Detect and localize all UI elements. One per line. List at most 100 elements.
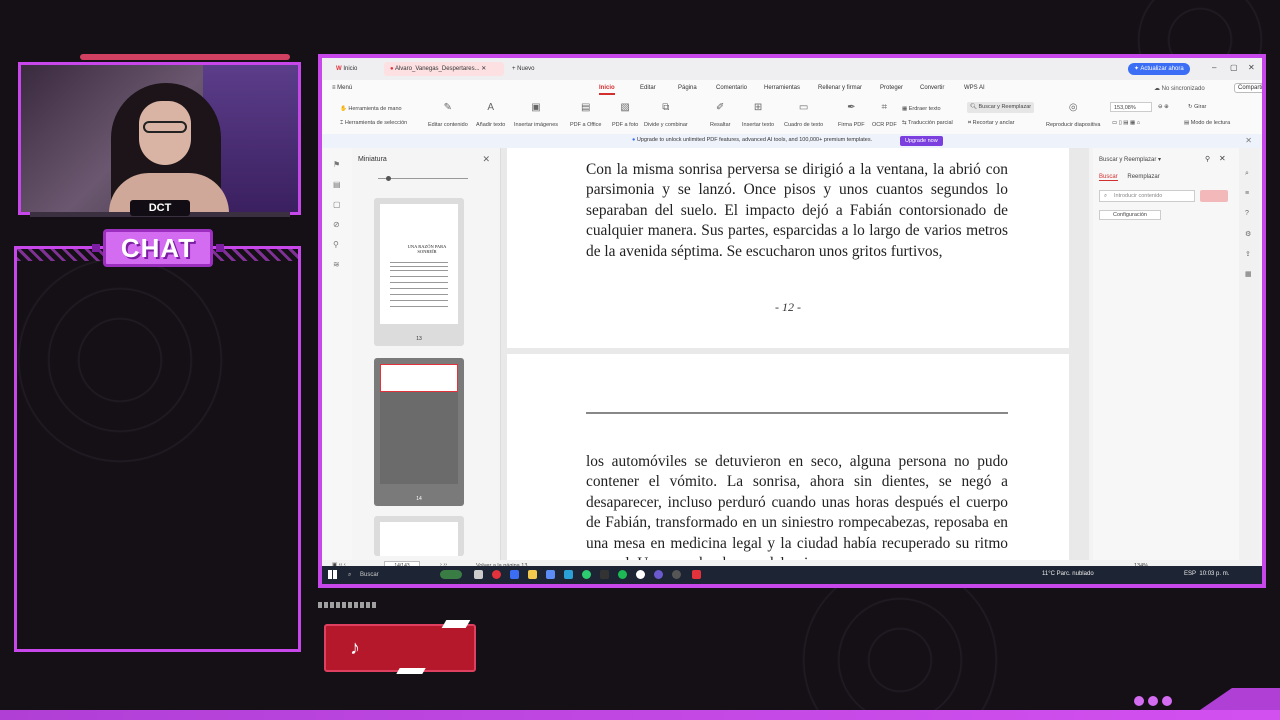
system-tray[interactable]: ESP 10:03 p. m. (1184, 571, 1229, 577)
thumb-line (390, 270, 448, 271)
play-icon: ◎ (1068, 102, 1078, 113)
menu-pagina[interactable]: Página (678, 85, 697, 91)
close-thumbnails-icon[interactable]: ✕ (482, 154, 490, 165)
close-banner-icon[interactable]: ✕ (1245, 136, 1252, 145)
edge-icon[interactable] (582, 570, 591, 579)
export-icon[interactable]: ⇪ (1245, 250, 1251, 258)
weather-widget[interactable]: 11°C Parc. nublado (1042, 571, 1094, 577)
highlight-tool[interactable]: ✐ Resaltar (710, 102, 730, 128)
spotify-icon[interactable] (618, 570, 627, 579)
ocr-tool[interactable]: ⌗ OCR PDF (872, 102, 897, 128)
thumbnail-viewport (380, 364, 458, 392)
sign-icon: ✒ (847, 102, 856, 113)
thumbnail-sheet (380, 522, 458, 556)
zoom-select[interactable]: 153,08% (1110, 102, 1152, 112)
tab-replace[interactable]: Reemplazar (1127, 174, 1159, 180)
dot (1134, 696, 1144, 706)
tab-home[interactable]: W Inicio (330, 62, 363, 76)
windows-start-icon[interactable] (328, 570, 337, 579)
select-tool-label: Herramienta de selección (344, 120, 408, 126)
discord-icon[interactable] (654, 570, 663, 579)
menu-proteger[interactable]: Proteger (880, 85, 903, 91)
opera-icon[interactable] (492, 570, 501, 579)
bookmark-icon[interactable]: ⚑ (333, 160, 340, 169)
comment-icon[interactable]: ▢ (333, 200, 341, 209)
sign-pdf-tool[interactable]: ✒ Firma PDF (838, 102, 865, 128)
split-merge-tool[interactable]: ⧉ Divide y combinar (644, 102, 688, 128)
thumbnail-page-13[interactable]: UNA RAZÓN PARA SONREÍR 13 (374, 198, 464, 346)
menu-editar[interactable]: Editar (640, 85, 656, 91)
settings-button[interactable]: Configuración (1099, 210, 1161, 220)
reading-mode-tool[interactable]: ▤ Modo de lectura (1184, 120, 1230, 126)
folder-icon[interactable] (528, 570, 537, 579)
maximize-icon[interactable]: ▢ (1230, 63, 1238, 72)
obs-icon[interactable] (672, 570, 681, 579)
update-button[interactable]: ✦ Actualizar ahora (1128, 63, 1190, 75)
zoom-out-icon[interactable]: ⊖ ⊕ (1158, 104, 1169, 110)
widget-icon[interactable] (440, 570, 462, 579)
menu-wps-ai[interactable]: WPS AI (964, 85, 985, 91)
pin-icon[interactable]: ⚲ (1205, 155, 1210, 163)
layers-icon[interactable]: ≋ (333, 260, 340, 269)
pdf-office-tool[interactable]: ▤ PDF a Office (570, 102, 601, 128)
photos-icon[interactable] (564, 570, 573, 579)
close-panel-icon[interactable]: ✕ (1219, 154, 1226, 163)
office-icon: ▤ (580, 102, 591, 113)
edit-content-label: Editar contenido (428, 122, 468, 128)
page-view-icons[interactable]: ▭ ▯ ▤ ▦ ⌂ (1112, 120, 1140, 126)
insert-images-tool[interactable]: ▣ Insertar imágenes (514, 102, 558, 128)
chrome-icon[interactable] (636, 570, 645, 579)
tab-new[interactable]: + Nuevo (506, 62, 541, 76)
wps-icon[interactable] (692, 570, 701, 579)
thumbnail-icon[interactable]: ▤ (333, 180, 341, 189)
search-icon[interactable]: ⌕ (1245, 170, 1249, 178)
hand-tool[interactable]: ✋ Herramienta de mano (340, 106, 402, 112)
rotate-tool[interactable]: ↻ Girar (1188, 104, 1206, 110)
pdf-photo-tool[interactable]: ▧ PDF a foto (612, 102, 638, 128)
attachment-icon[interactable]: ⊘ (333, 220, 340, 229)
minimize-icon[interactable]: – (1212, 63, 1216, 72)
bottom-dots (1134, 696, 1172, 706)
tab-find[interactable]: Buscar (1099, 174, 1118, 181)
document-view[interactable]: Con la misma sonrisa perversa se dirigió… (501, 148, 1089, 566)
menu-rellenar[interactable]: Rellenar y firmar (818, 85, 862, 91)
find-input[interactable]: ⌕ Introducir contenido (1099, 190, 1195, 202)
add-text-tool[interactable]: A Añadir texto (476, 102, 505, 128)
menu-inicio[interactable]: Inicio (599, 85, 615, 95)
crop-tool[interactable]: ⌗ Recortar y anclar (968, 120, 1015, 127)
erase-text-tool[interactable]: ▦ Erdraer texto (902, 106, 941, 112)
menu-button[interactable]: ≡ Menú (332, 85, 352, 91)
insert-text-tool[interactable]: ⊞ Insertar texto (742, 102, 774, 128)
task-view-icon[interactable] (474, 570, 483, 579)
terminal-icon[interactable] (600, 570, 609, 579)
find-go-button[interactable] (1200, 190, 1228, 202)
select-tool[interactable]: ⌶ Herramienta de selección (340, 120, 407, 127)
share-button[interactable]: Compartir (1234, 83, 1262, 93)
menu-herramientas[interactable]: Herramientas (764, 85, 800, 91)
find-replace-tool[interactable]: 🔍︎ Buscar y Reemplazar (967, 102, 1035, 113)
streamer-glasses (143, 121, 187, 133)
slideshow-tool[interactable]: ◎ Reproducir diapositiva (1046, 102, 1100, 128)
grid-icon[interactable]: ▦ (1245, 270, 1252, 278)
thumbnail-page-15[interactable] (374, 516, 464, 556)
text-box-tool[interactable]: ▭ Cuadro de texto (784, 102, 823, 128)
store-icon[interactable] (546, 570, 555, 579)
tab-document[interactable]: ● Alvaro_Vanegas_Despertares... ✕ (384, 62, 504, 76)
thumbnail-size-slider[interactable] (378, 176, 468, 181)
outlook-icon[interactable] (510, 570, 519, 579)
signature-icon[interactable]: ⚲ (333, 240, 339, 249)
chat-panel (14, 246, 301, 652)
menu-convertir[interactable]: Convertir (920, 85, 944, 91)
upgrade-now-button[interactable]: Upgrade now (900, 136, 943, 146)
text-box-label: Cuadro de texto (784, 122, 824, 128)
settings-icon[interactable]: ⚙ (1245, 230, 1251, 238)
translate-tool[interactable]: ⇆ Traducción parcial (902, 120, 953, 126)
language-indicator: ESP (1184, 571, 1197, 577)
help-icon[interactable]: ? (1245, 210, 1249, 217)
sliders-icon[interactable]: ≡ (1245, 190, 1249, 197)
taskbar-search[interactable]: ⌕ Buscar (344, 569, 452, 581)
close-icon[interactable]: ✕ (1248, 63, 1255, 72)
edit-content-tool[interactable]: ✎ Editar contenido (428, 102, 468, 128)
menu-comentario[interactable]: Comentario (716, 85, 747, 91)
thumbnail-page-14[interactable]: 14 (374, 358, 464, 506)
